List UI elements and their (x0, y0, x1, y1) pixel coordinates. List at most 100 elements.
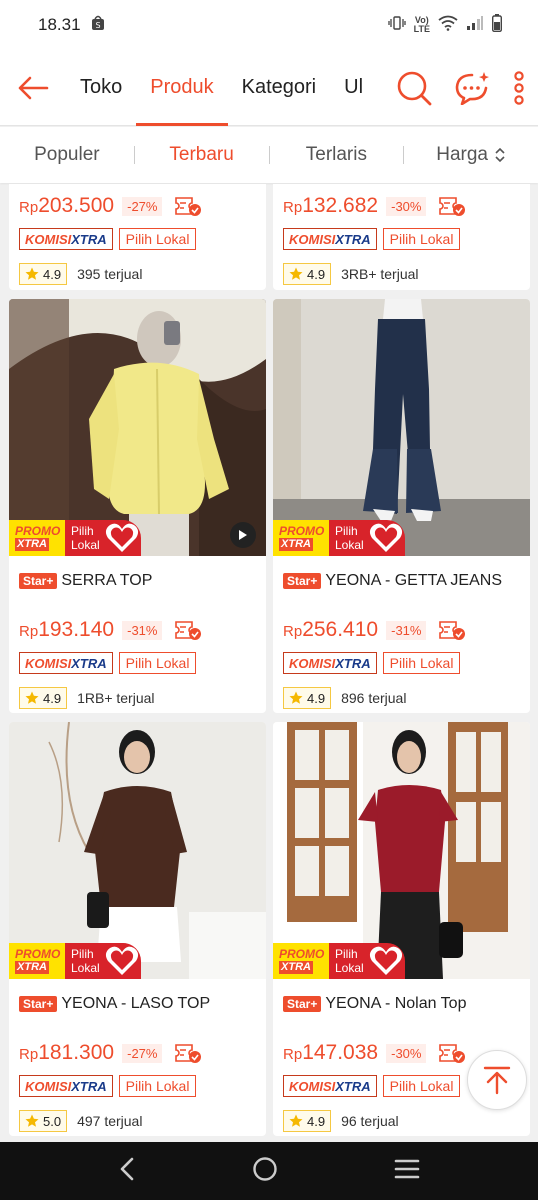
sold-count: 96 terjual (341, 1113, 399, 1129)
rating-badge: 4.9 (283, 687, 332, 709)
pilih-lokal-badge: Pilih Lokal (382, 1075, 461, 1097)
price-value: 203.500 (38, 194, 115, 217)
home-circle-icon (253, 1156, 277, 1181)
scroll-to-top-button[interactable] (467, 1050, 527, 1110)
system-back-button[interactable] (118, 1156, 136, 1187)
star-icon (289, 1114, 303, 1127)
product-name: YEONA - GETTA JEANS (325, 572, 502, 589)
product-image: PROMO XTRA Pilih Lokal (9, 299, 266, 556)
tab-kategori[interactable]: Kategori (228, 50, 331, 126)
price-currency: Rp (283, 199, 303, 216)
sort-terlaris-label: Terlaris (305, 144, 367, 165)
system-home-button[interactable] (252, 1156, 278, 1187)
sold-count: 395 terjual (77, 266, 143, 282)
product-image: PROMO XTRA Pilih Lokal (9, 722, 266, 979)
voucher-icon (174, 195, 202, 217)
star-icon (25, 691, 39, 704)
product-card[interactable]: Rp 132.682 -30% KOMISI XTRA Pilih Lokal 4… (273, 184, 530, 290)
star-icon (289, 691, 303, 704)
rating-value: 4.9 (43, 690, 62, 706)
star-icon (289, 267, 303, 280)
back-arrow-icon (18, 76, 49, 99)
product-card[interactable]: PROMO XTRA Pilih Lokal Star+ SERRA TOP Rp … (9, 299, 266, 713)
wifi-icon (438, 15, 458, 36)
sort-terbaru[interactable]: Terbaru (135, 127, 269, 183)
sort-terlaris[interactable]: Terlaris (270, 127, 404, 183)
price-currency: Rp (283, 1046, 303, 1063)
tab-produk[interactable]: Produk (136, 50, 229, 126)
sold-count: 896 terjual (341, 690, 407, 706)
volte-icon: Vo) LTE (413, 15, 430, 34)
rating-badge: 4.9 (283, 263, 332, 285)
back-button[interactable] (0, 50, 66, 126)
promo-xtra-pilih-lokal-banner: PROMO XTRA Pilih Lokal (273, 943, 405, 979)
system-navigation-bar (0, 1142, 538, 1200)
product-card[interactable]: PROMO XTRA Pilih Lokal Star+ YEONA - LASO … (9, 722, 266, 1136)
rating-value: 5.0 (43, 1113, 62, 1129)
pilih-lokal-badge: Pilih Lokal (382, 652, 461, 674)
pilih-lokal-badge: Pilih Lokal (118, 1075, 197, 1097)
product-grid: Rp 203.500 -27% KOMISI XTRA Pilih Lokal 4… (0, 184, 538, 1140)
tab-ulasan[interactable]: Ul (330, 50, 366, 126)
pilih-lokal-badge: Pilih Lokal (118, 652, 197, 674)
rating-badge: 5.0 (19, 1110, 68, 1132)
voucher-icon (174, 1042, 202, 1064)
tab-toko[interactable]: Toko (66, 50, 136, 126)
signal-icon (466, 15, 484, 36)
komisi-xtra-badge: KOMISI XTRA (19, 652, 113, 674)
sort-harga-label: Harga (436, 144, 488, 165)
sort-harga[interactable]: Harga (404, 127, 538, 183)
shop-top-nav: Toko Produk Kategori Ul (0, 50, 538, 126)
price-value: 193.140 (38, 618, 115, 641)
heart-local-icon (105, 523, 139, 552)
discount-badge: -31% (122, 620, 163, 640)
discount-badge: -27% (122, 1043, 163, 1063)
status-time: 18.31 (38, 15, 81, 34)
svg-text:S: S (95, 21, 100, 30)
sold-count: 3RB+ terjual (341, 266, 419, 282)
voucher-icon (174, 619, 202, 641)
search-icon (397, 71, 432, 106)
heart-local-icon (369, 523, 403, 552)
star-plus-badge: Star+ (19, 996, 58, 1012)
discount-badge: -27% (122, 196, 163, 216)
product-card[interactable]: PROMO XTRA Pilih Lokal Star+ YEONA - GETTA… (273, 299, 530, 713)
shopee-notification-icon: S (91, 15, 105, 36)
star-icon (25, 267, 39, 280)
komisi-xtra-badge: KOMISI XTRA (283, 228, 377, 250)
promo-xtra-pilih-lokal-banner: PROMO XTRA Pilih Lokal (9, 943, 141, 979)
promo-xtra-pilih-lokal-banner: PROMO XTRA Pilih Lokal (273, 520, 405, 556)
sort-populer-label: Populer (34, 144, 100, 165)
price-row: Rp 256.410 -31% (283, 616, 520, 644)
star-plus-badge: Star+ (283, 996, 322, 1012)
discount-badge: -30% (386, 1043, 427, 1063)
voucher-icon (438, 1042, 466, 1064)
price-currency: Rp (19, 199, 39, 216)
sold-count: 497 terjual (77, 1113, 143, 1129)
discount-badge: -31% (386, 620, 427, 640)
rating-value: 4.9 (307, 1113, 326, 1129)
video-play-icon[interactable] (230, 522, 256, 548)
star-plus-badge: Star+ (19, 573, 58, 589)
sort-populer[interactable]: Populer (0, 127, 134, 183)
more-options-button[interactable] (512, 71, 526, 105)
product-card[interactable]: Rp 203.500 -27% KOMISI XTRA Pilih Lokal 4… (9, 184, 266, 290)
komisi-xtra-badge: KOMISI XTRA (19, 1075, 113, 1097)
rating-value: 4.9 (307, 266, 326, 282)
sort-toggle-icon (495, 147, 505, 163)
price-value: 147.038 (302, 1041, 379, 1064)
more-vertical-icon (514, 71, 524, 105)
star-plus-badge: Star+ (283, 573, 322, 589)
chat-ai-icon (455, 72, 489, 105)
chat-button[interactable] (454, 71, 490, 105)
system-recents-button[interactable] (394, 1158, 420, 1185)
search-button[interactable] (396, 70, 432, 106)
pilih-lokal-badge: Pilih Lokal (118, 228, 197, 250)
battery-icon (491, 13, 503, 37)
product-name: YEONA - Nolan Top (325, 995, 467, 1012)
komisi-xtra-badge: KOMISI XTRA (19, 228, 113, 250)
discount-badge: -30% (386, 196, 427, 216)
shop-tabs: Toko Produk Kategori Ul (66, 50, 366, 126)
price-value: 256.410 (302, 618, 379, 641)
price-currency: Rp (283, 623, 303, 640)
